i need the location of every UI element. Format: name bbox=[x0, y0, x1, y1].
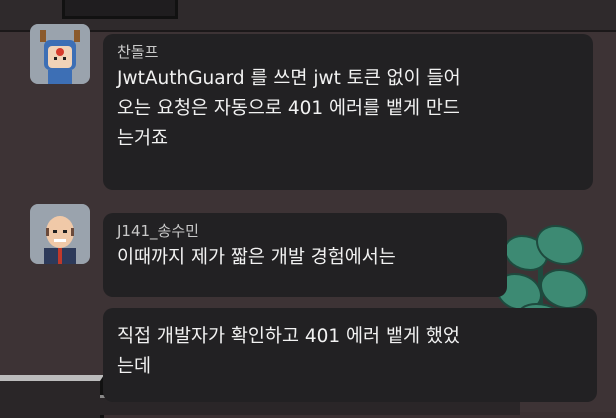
chat-bubble: 직접 개발자가 확인하고 401 에러 뱉게 했었 는데 bbox=[103, 308, 597, 402]
wall-edge bbox=[0, 30, 616, 32]
message-text: JwtAuthGuard 를 쓰면 jwt 토큰 없이 들어 오는 요청은 자동… bbox=[117, 68, 461, 149]
message-text: 이때까지 제가 짧은 개발 경험에서는 bbox=[117, 247, 396, 268]
message-text: 직접 개발자가 확인하고 401 에러 뱉게 했었 는데 bbox=[117, 326, 460, 377]
chat-bubble: J141_송수민 이때까지 제가 짧은 개발 경험에서는 bbox=[103, 213, 507, 297]
bald-man-avatar-icon[interactable] bbox=[30, 204, 90, 264]
sender-name: 찬돌프 bbox=[117, 43, 159, 61]
reindeer-avatar-icon[interactable] bbox=[30, 24, 90, 84]
sender-name: J141_송수민 bbox=[117, 222, 199, 240]
chat-bubble: 찬돌프 JwtAuthGuard 를 쓰면 jwt 토큰 없이 들어 오는 요청… bbox=[103, 34, 593, 190]
game-furniture bbox=[62, 0, 178, 19]
